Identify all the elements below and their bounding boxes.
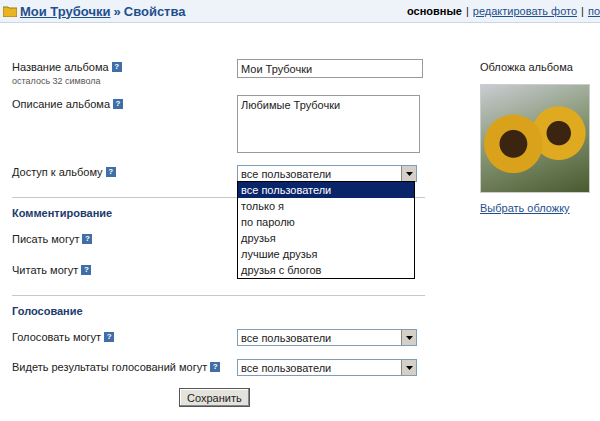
permission-select[interactable]: все пользователи (237, 329, 417, 346)
nav-separator: | (466, 5, 469, 17)
permission-label: Голосовать могут (12, 331, 101, 343)
dropdown-arrow-icon[interactable] (406, 172, 413, 176)
section-title: Голосование (12, 305, 430, 318)
top-bar: Мои Трубочки»Свойства основные | редактиров… (0, 0, 600, 23)
access-option[interactable]: друзья (238, 230, 414, 246)
permission-row: Голосовать могут? все пользователи (12, 329, 430, 346)
nav-tab[interactable]: основные (407, 5, 462, 17)
album-link[interactable]: Мои Трубочки (20, 4, 111, 19)
name-label: Название альбома (12, 61, 109, 73)
permission-label: Писать могут (12, 233, 79, 245)
dropdown-arrow-icon[interactable] (406, 366, 413, 370)
permission-select[interactable]: все пользователи (237, 359, 417, 376)
section-divider (12, 295, 425, 296)
access-option[interactable]: только я (238, 198, 414, 214)
permission-row: Видеть результаты голосований могут? все … (12, 359, 430, 376)
access-option[interactable]: все пользователи (238, 182, 414, 198)
properties-form: Название альбома? осталось 32 символаМои … (0, 23, 430, 407)
folder-icon (3, 5, 17, 17)
name-input[interactable]: Мои Трубочки (237, 59, 423, 78)
access-option[interactable]: по паролю (238, 214, 414, 230)
cover-photo (480, 84, 590, 193)
choose-cover-link[interactable]: Выбрать обложку (480, 202, 570, 214)
help-icon[interactable]: ? (81, 265, 91, 275)
chars-left-hint: осталось 32 символа (12, 76, 237, 86)
nav-tab[interactable]: по (588, 5, 600, 17)
cover-title: Обложка альбома (480, 61, 598, 73)
help-icon[interactable]: ? (113, 99, 123, 109)
permission-label: Читать могут (12, 264, 78, 276)
access-select[interactable]: все пользователивсе пользователитолько я… (237, 165, 417, 182)
access-label: Доступ к альбому (12, 166, 103, 178)
help-icon[interactable]: ? (210, 362, 220, 372)
permission-label: Видеть результаты голосований могут (12, 361, 207, 373)
help-icon[interactable]: ? (112, 62, 122, 72)
help-icon[interactable]: ? (106, 167, 116, 177)
access-option[interactable]: друзья с блогов (238, 262, 414, 278)
access-option[interactable]: лучшие друзья (238, 246, 414, 262)
nav-tab[interactable]: редактировать фото (473, 5, 577, 17)
help-icon[interactable]: ? (82, 234, 92, 244)
access-dropdown-list: все пользователитолько япо паролюдрузьял… (237, 181, 415, 279)
breadcrumb-separator: » (114, 4, 121, 19)
save-button[interactable]: Сохранить (179, 388, 250, 407)
breadcrumb: Мои Трубочки»Свойства (0, 4, 186, 19)
help-icon[interactable]: ? (104, 332, 114, 342)
dropdown-arrow-icon[interactable] (406, 336, 413, 340)
description-label: Описание альбома (12, 98, 110, 110)
page-title: Свойства (124, 4, 186, 19)
tabs-nav: основные | редактировать фото | по (407, 5, 600, 17)
cover-panel: Обложка альбома Выбрать обложку (480, 23, 598, 407)
description-textarea[interactable]: Любимые Трубочки (237, 95, 420, 153)
main-area: Название альбома? осталось 32 символаМои … (0, 23, 600, 407)
nav-separator: | (581, 5, 584, 17)
